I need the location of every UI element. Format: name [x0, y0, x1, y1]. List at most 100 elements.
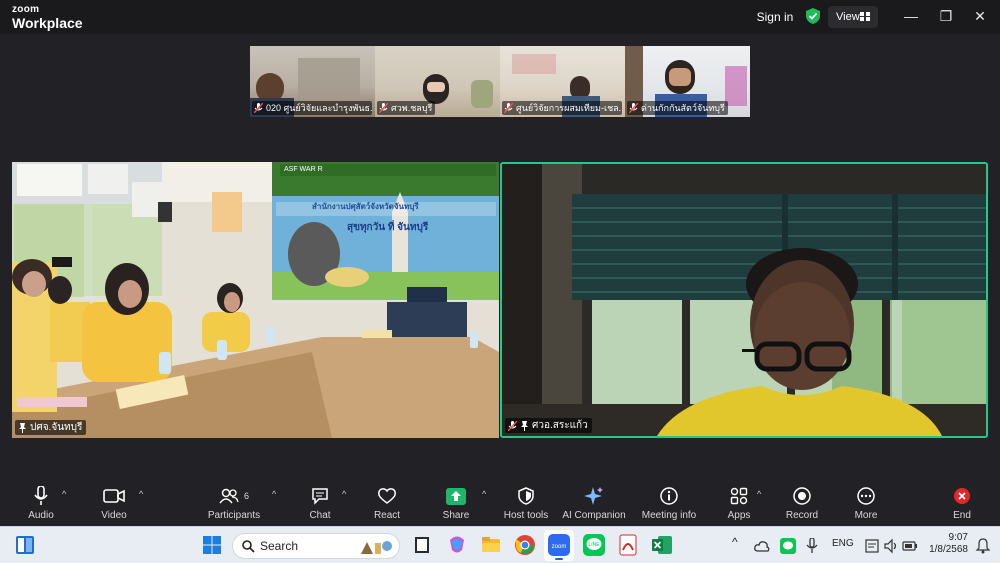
- participant-name-tag: 020 ศูนย์วิจัยและบำรุงพันธ...: [252, 101, 372, 115]
- microphone-tray-icon[interactable]: [806, 538, 818, 554]
- share-options-caret[interactable]: ^: [482, 489, 486, 499]
- search-highlight-icon: [361, 541, 392, 554]
- share-label: Share: [442, 510, 470, 521]
- ai-companion-label: AI Companion: [562, 510, 626, 521]
- apps-icon: [730, 487, 748, 505]
- search-icon: [242, 540, 255, 553]
- participant-thumbnail[interactable]: ศูนย์วิจัยการผสมเทียม-เชล...: [500, 46, 625, 117]
- line-tray-icon[interactable]: [780, 538, 796, 554]
- excel-icon[interactable]: [651, 534, 673, 556]
- wifi-icon[interactable]: [864, 538, 880, 554]
- participants-count: 6: [243, 491, 249, 501]
- react-label: React: [373, 510, 401, 521]
- chat-icon: [312, 488, 328, 505]
- mic-muted-icon: [508, 420, 517, 431]
- microphone-icon: [34, 486, 48, 505]
- participant-name-tag: ศวพ.ชลบุรี: [377, 101, 436, 115]
- apps-options-caret[interactable]: ^: [757, 489, 761, 499]
- participant-name: ศวพ.ชลบุรี: [391, 103, 433, 113]
- cloud-icon[interactable]: [754, 538, 770, 554]
- end-label: End: [953, 510, 971, 521]
- windows-start-icon[interactable]: [203, 536, 221, 554]
- record-icon: [793, 487, 811, 505]
- pin-icon: [521, 420, 528, 431]
- participant-name: ศูนย์วิจัยการผสมเทียม-เชล...: [516, 103, 622, 113]
- video-name-tag: ปศจ.จันทบุรี: [15, 420, 87, 435]
- windows-taskbar: Search zoom LINE ^ ENG 9:07 1/8/2568: [0, 526, 1000, 563]
- widgets-icon[interactable]: [15, 535, 35, 555]
- grid-icon: [860, 12, 870, 21]
- meeting-toolbar: Audio ^ Video ^ 6 Participants ^ Chat ^ …: [0, 480, 1000, 526]
- participant-name-tag: ศูนย์วิจัยการผสมเทียม-เชล...: [502, 101, 622, 115]
- chat-button[interactable]: Chat: [303, 486, 337, 524]
- chat-label: Chat: [309, 510, 331, 521]
- apps-label: Apps: [727, 510, 751, 521]
- language-indicator[interactable]: ENG: [832, 538, 854, 549]
- notification-bell-icon[interactable]: [975, 538, 991, 554]
- taskbar-search-box[interactable]: Search: [232, 533, 400, 559]
- heart-icon: [378, 488, 396, 504]
- chat-options-caret[interactable]: ^: [342, 489, 346, 499]
- minimize-button[interactable]: —: [898, 4, 924, 28]
- video-label: Video: [101, 510, 127, 521]
- close-button[interactable]: ✕: [967, 4, 993, 28]
- chrome-icon[interactable]: [514, 534, 536, 556]
- mic-muted-icon: [629, 103, 638, 113]
- file-explorer-icon[interactable]: [480, 534, 502, 556]
- host-tools-label: Host tools: [503, 510, 549, 521]
- host-tools-button[interactable]: Host tools: [500, 486, 552, 524]
- zoom-taskbar-active[interactable]: zoom: [544, 530, 574, 561]
- record-button[interactable]: Record: [783, 486, 821, 524]
- audio-label: Audio: [28, 510, 54, 521]
- share-screen-icon: [446, 487, 466, 505]
- participant-thumbnail[interactable]: ด่านกักกันสัตว์จันทบุรี: [625, 46, 750, 117]
- video-tile-conference-room[interactable]: ASF WAR R สำนักงานปศุสัตว์จังหวัดจันทบุร…: [12, 162, 499, 438]
- participants-button[interactable]: 6 Participants: [205, 486, 263, 524]
- svg-text:LINE: LINE: [588, 542, 600, 548]
- video-tile-active-speaker[interactable]: ศวอ.สระแก้ว: [500, 162, 988, 438]
- title-bar: zoom Workplace Sign in View — ❐ ✕: [0, 0, 1000, 34]
- video-name: ปศจ.จันทบุรี: [30, 422, 83, 433]
- view-label: View: [836, 11, 860, 23]
- more-button[interactable]: More: [850, 486, 882, 524]
- line-app-icon[interactable]: LINE: [583, 534, 605, 556]
- pin-icon: [19, 422, 26, 433]
- end-button[interactable]: End: [946, 486, 978, 524]
- top-banner: ASF WAR R: [280, 164, 496, 176]
- pdf-reader-icon[interactable]: [617, 534, 639, 556]
- meeting-info-button[interactable]: Meeting info: [640, 486, 698, 524]
- participant-thumbnail[interactable]: ศวพ.ชลบุรี: [375, 46, 500, 117]
- meeting-info-label: Meeting info: [641, 510, 697, 521]
- restore-button[interactable]: ❐: [933, 4, 959, 28]
- sparkle-icon: [584, 487, 603, 505]
- clock-date: 1/8/2568: [929, 544, 968, 555]
- participants-options-caret[interactable]: ^: [272, 489, 276, 499]
- video-options-caret[interactable]: ^: [139, 489, 143, 499]
- copilot-icon[interactable]: [446, 534, 468, 556]
- participant-name-tag: ด่านกักกันสัตว์จันทบุรี: [627, 101, 728, 115]
- video-button[interactable]: Video: [94, 486, 134, 524]
- mic-muted-icon: [504, 103, 513, 113]
- video-name-tag: ศวอ.สระแก้ว: [505, 418, 592, 433]
- shield-check-icon[interactable]: [806, 8, 820, 24]
- react-button[interactable]: React: [368, 486, 406, 524]
- view-button[interactable]: View: [828, 6, 878, 28]
- file-viewer-icon[interactable]: [411, 534, 433, 556]
- audio-options-caret[interactable]: ^: [62, 489, 66, 499]
- speaker-icon[interactable]: [884, 538, 900, 554]
- end-meeting-icon: [954, 488, 970, 504]
- tray-overflow-caret[interactable]: ^: [732, 535, 738, 549]
- speaker-scene: [502, 164, 986, 436]
- clock-time: 9:07: [948, 532, 968, 543]
- ai-companion-button[interactable]: AI Companion: [562, 486, 626, 524]
- camera-icon: [103, 489, 125, 503]
- more-icon: [857, 487, 875, 505]
- apps-button[interactable]: Apps: [724, 486, 754, 524]
- sign-in-button[interactable]: Sign in: [751, 6, 799, 28]
- clock[interactable]: 9:07 1/8/2568: [928, 532, 968, 556]
- battery-icon[interactable]: [902, 538, 918, 554]
- share-button[interactable]: Share: [438, 486, 474, 524]
- audio-button[interactable]: Audio: [20, 486, 62, 524]
- banner-slogan: สุขทุกวัน ที่ จันทบุรี: [347, 222, 429, 233]
- participant-thumbnail[interactable]: 020 ศูนย์วิจัยและบำรุงพันธ...: [250, 46, 375, 117]
